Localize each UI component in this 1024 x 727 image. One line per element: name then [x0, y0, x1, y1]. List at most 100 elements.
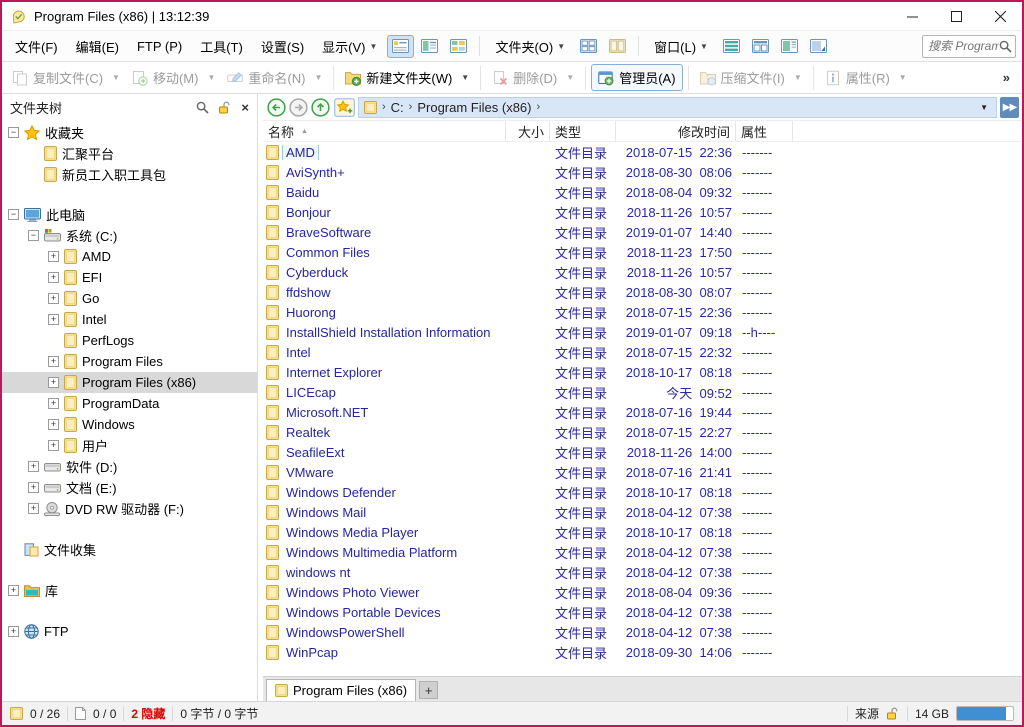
menu-ftp[interactable]: FTP (P): [128, 34, 191, 59]
chevron-down-icon[interactable]: ▼: [566, 73, 574, 82]
file-row[interactable]: Realtek文件目录2018-07-15 22:27-------: [263, 422, 1022, 442]
column-modified[interactable]: 修改时间: [616, 121, 736, 141]
expand-icon[interactable]: +: [48, 293, 59, 304]
file-row[interactable]: WinPcap文件目录2018-09-30 14:06-------: [263, 642, 1022, 662]
expand-icon[interactable]: +: [48, 272, 59, 283]
expand-icon[interactable]: +: [48, 377, 59, 388]
tree-item-software-d[interactable]: +软件 (D:): [2, 456, 257, 477]
column-name[interactable]: 名称 ▲: [263, 121, 506, 141]
expand-icon[interactable]: +: [8, 585, 19, 596]
column-type[interactable]: 类型: [550, 121, 616, 141]
file-row[interactable]: Internet Explorer文件目录2018-10-17 08:18---…: [263, 362, 1022, 382]
tree-item-ftp[interactable]: +FTP: [2, 621, 257, 642]
file-row[interactable]: Bonjour文件目录2018-11-26 10:57-------: [263, 202, 1022, 222]
folders-quad-button[interactable]: [575, 35, 602, 58]
expand-icon[interactable]: +: [48, 398, 59, 409]
tree-search-icon[interactable]: [196, 101, 209, 114]
expand-icon[interactable]: +: [48, 440, 59, 451]
breadcrumb-item[interactable]: Program Files (x86): [417, 100, 531, 115]
menu-folders[interactable]: 文件夹(O) ▼: [486, 32, 574, 61]
column-attrs[interactable]: 属性: [736, 121, 793, 141]
panel-toggle-button[interactable]: ▶▶: [1000, 97, 1019, 118]
layout-listpane-button[interactable]: [776, 35, 803, 58]
file-row[interactable]: Common Files文件目录2018-11-23 17:50-------: [263, 242, 1022, 262]
search-input[interactable]: [928, 39, 999, 53]
toolbar-button-delete[interactable]: 删除(D)▼: [486, 65, 580, 90]
close-button[interactable]: [978, 2, 1022, 30]
minimize-button[interactable]: [890, 2, 934, 30]
collapse-icon[interactable]: −: [8, 209, 19, 220]
toolbar-button-props[interactable]: 属性(R)▼: [819, 65, 913, 90]
expand-icon[interactable]: +: [28, 503, 39, 514]
menu-windows[interactable]: 窗口(L) ▼: [645, 32, 717, 61]
file-row[interactable]: windows nt文件目录2018-04-12 07:38-------: [263, 562, 1022, 582]
tree-item-amd[interactable]: +AMD: [2, 246, 257, 267]
layout-sidepane-button[interactable]: [805, 35, 832, 58]
breadcrumb[interactable]: ›C:›Program Files (x86)›▼: [358, 97, 997, 118]
expand-icon[interactable]: +: [48, 356, 59, 367]
file-row[interactable]: Microsoft.NET文件目录2018-07-16 19:44-------: [263, 402, 1022, 422]
chevron-down-icon[interactable]: ▼: [461, 73, 469, 82]
tree-item-huiju-platform[interactable]: +汇聚平台: [2, 143, 257, 164]
tab-program-files-x86[interactable]: Program Files (x86): [266, 679, 416, 701]
tree-close-icon[interactable]: ×: [241, 100, 249, 115]
collapse-icon[interactable]: −: [8, 127, 19, 138]
chevron-down-icon[interactable]: ▼: [794, 73, 802, 82]
file-row[interactable]: AviSynth+文件目录2018-08-30 08:06-------: [263, 162, 1022, 182]
tree-item-file-collect[interactable]: +文件收集: [2, 539, 257, 560]
menu-file[interactable]: 文件(F): [6, 32, 67, 61]
address-dropdown[interactable]: ▼: [977, 103, 991, 112]
tree-item-dvd-f[interactable]: +DVD RW 驱动器 (F:): [2, 498, 257, 519]
file-row[interactable]: VMware文件目录2018-07-16 21:41-------: [263, 462, 1022, 482]
menu-tools[interactable]: 工具(T): [191, 32, 252, 61]
file-row[interactable]: Windows Photo Viewer文件目录2018-08-04 09:36…: [263, 582, 1022, 602]
file-row[interactable]: Windows Mail文件目录2018-04-12 07:38-------: [263, 502, 1022, 522]
expand-icon[interactable]: +: [48, 314, 59, 325]
tree-item-this-pc[interactable]: −此电脑: [2, 204, 257, 225]
layout-tsplit-button[interactable]: [747, 35, 774, 58]
view-details-button[interactable]: [387, 35, 414, 58]
chevron-down-icon[interactable]: ▼: [207, 73, 215, 82]
expand-icon[interactable]: +: [28, 482, 39, 493]
tree-item-windows[interactable]: +Windows: [2, 414, 257, 435]
chevron-down-icon[interactable]: ▼: [899, 73, 907, 82]
tree-item-programdata[interactable]: +ProgramData: [2, 393, 257, 414]
file-row[interactable]: Windows Media Player文件目录2018-10-17 08:18…: [263, 522, 1022, 542]
file-row[interactable]: InstallShield Installation Information文件…: [263, 322, 1022, 342]
tree-item-new-employee-kit[interactable]: +新员工入职工具包: [2, 164, 257, 185]
add-favorite-button[interactable]: [333, 97, 355, 118]
maximize-button[interactable]: [934, 2, 978, 30]
file-row[interactable]: Intel文件目录2018-07-15 22:32-------: [263, 342, 1022, 362]
tree-item-intel[interactable]: +Intel: [2, 309, 257, 330]
menu-edit[interactable]: 编辑(E): [67, 32, 128, 61]
menu-display[interactable]: 显示(V) ▼: [313, 32, 386, 61]
file-row[interactable]: Windows Defender文件目录2018-10-17 08:18----…: [263, 482, 1022, 502]
tree-item-system-c[interactable]: −系统 (C:): [2, 225, 257, 246]
file-row[interactable]: Windows Portable Devices文件目录2018-04-12 0…: [263, 602, 1022, 622]
tree-item-favorites[interactable]: −收藏夹: [2, 122, 257, 143]
tree-item-program-files[interactable]: +Program Files: [2, 351, 257, 372]
file-row[interactable]: WindowsPowerShell文件目录2018-04-12 07:38---…: [263, 622, 1022, 642]
toolbar-overflow-button[interactable]: »: [995, 70, 1018, 85]
expand-icon[interactable]: +: [48, 419, 59, 430]
tree-pin-icon[interactable]: [218, 101, 232, 114]
view-tiles-button[interactable]: [445, 35, 472, 58]
tree-item-efi[interactable]: +EFI: [2, 267, 257, 288]
file-row[interactable]: Baidu文件目录2018-08-04 09:32-------: [263, 182, 1022, 202]
breadcrumb-item[interactable]: C:: [391, 100, 404, 115]
file-row[interactable]: Huorong文件目录2018-07-15 22:36-------: [263, 302, 1022, 322]
toolbar-button-copy[interactable]: 复制文件(C)▼: [6, 65, 126, 90]
chevron-down-icon[interactable]: ▼: [112, 73, 120, 82]
column-size[interactable]: 大小: [506, 121, 550, 141]
file-row[interactable]: BraveSoftware文件目录2019-01-07 14:40-------: [263, 222, 1022, 242]
file-row[interactable]: AMD文件目录2018-07-15 22:36-------: [263, 142, 1022, 162]
new-tab-button[interactable]: +: [419, 681, 438, 699]
file-row[interactable]: ffdshow文件目录2018-08-30 08:07-------: [263, 282, 1022, 302]
tree-item-users[interactable]: +用户: [2, 435, 257, 456]
folders-dual-button[interactable]: [604, 35, 631, 58]
toolbar-button-rename[interactable]: 重命名(N)▼: [221, 65, 328, 90]
toolbar-button-new-folder[interactable]: 新建文件夹(W)▼: [339, 65, 475, 90]
menu-settings[interactable]: 设置(S): [252, 32, 313, 61]
file-row[interactable]: Windows Multimedia Platform文件目录2018-04-1…: [263, 542, 1022, 562]
tree-item-program-files-x86[interactable]: +Program Files (x86): [2, 372, 257, 393]
